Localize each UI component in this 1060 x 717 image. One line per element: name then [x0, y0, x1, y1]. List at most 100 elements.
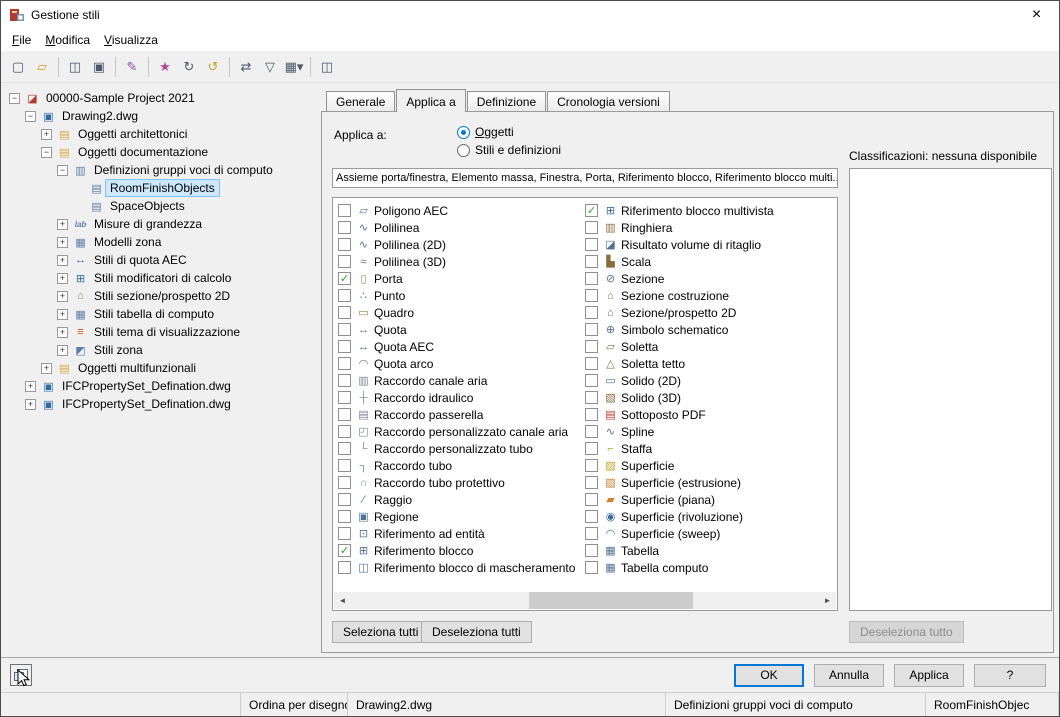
object-list-item[interactable]: ▥ Raccordo canale aria	[338, 372, 575, 389]
tab-definizione[interactable]: Definizione	[466, 91, 547, 111]
object-checkbox[interactable]	[585, 425, 598, 438]
object-list-item[interactable]: ∕ Raggio	[338, 491, 575, 508]
object-checkbox[interactable]	[338, 204, 351, 217]
object-checkbox[interactable]	[338, 391, 351, 404]
object-checkbox[interactable]	[338, 238, 351, 251]
object-list-item[interactable]: ✓ ▯ Porta	[338, 270, 575, 287]
object-checkbox[interactable]	[338, 561, 351, 574]
object-list-item[interactable]: ▧ Superficie (estrusione)	[585, 474, 774, 491]
scrollbar-track[interactable]	[351, 592, 819, 609]
tree-item[interactable]: + ▤ Oggetti multifunzionali	[5, 359, 319, 377]
object-checkbox[interactable]	[338, 323, 351, 336]
toolbar-button-new-drawing-icon[interactable]: ▢	[6, 55, 30, 79]
tree-expand-icon[interactable]: +	[25, 398, 36, 410]
tree-expand-icon[interactable]: +	[57, 326, 68, 338]
object-list-item[interactable]: ∿ Polilinea	[338, 219, 575, 236]
tree-item[interactable]: − ▥ Definizioni gruppi voci di computo	[5, 161, 319, 179]
object-list-item[interactable]: ↔ Quota AEC	[338, 338, 575, 355]
object-checkbox[interactable]	[585, 527, 598, 540]
object-checkbox[interactable]	[585, 561, 598, 574]
tree-item[interactable]: + ▤ Oggetti architettonici	[5, 125, 319, 143]
tree-expand-icon[interactable]: +	[57, 254, 68, 266]
object-checkbox[interactable]	[585, 476, 598, 489]
tree-expand-icon[interactable]: +	[25, 380, 36, 392]
object-list-item[interactable]: ▭ Solido (2D)	[585, 372, 774, 389]
object-checkbox[interactable]	[338, 442, 351, 455]
object-checkbox[interactable]	[338, 408, 351, 421]
object-list-item[interactable]: ◰ Raccordo personalizzato canale aria	[338, 423, 575, 440]
object-list-item[interactable]: ✓ ⊞ Riferimento blocco	[338, 542, 575, 559]
tree-item[interactable]: + ≡ Stili tema di visualizzazione	[5, 323, 319, 341]
tree-item[interactable]: + ⊞ Stili modificatori di calcolo	[5, 269, 319, 287]
object-list-item[interactable]: ▦ Tabella computo	[585, 559, 774, 576]
object-list-item[interactable]: ⌐ Staffa	[585, 440, 774, 457]
tab-generale[interactable]: Generale	[326, 91, 396, 111]
object-list-item[interactable]: ┐ Raccordo tubo	[338, 457, 575, 474]
object-checkbox[interactable]	[338, 306, 351, 319]
ok-button[interactable]: OK	[734, 663, 804, 687]
object-checkbox[interactable]	[338, 476, 351, 489]
tree-item[interactable]: + ▦ Modelli zona	[5, 233, 319, 251]
object-list-item[interactable]: ◠ Quota arco	[338, 355, 575, 372]
tree-expand-icon[interactable]: +	[57, 236, 68, 248]
object-list-item[interactable]: △ Soletta tetto	[585, 355, 774, 372]
object-checkbox[interactable]	[338, 255, 351, 268]
object-list-item[interactable]: ▰ Superficie (piana)	[585, 491, 774, 508]
object-list-item[interactable]: ◪ Risultato volume di ritaglio	[585, 236, 774, 253]
cancel-button[interactable]: Annulla	[814, 663, 884, 687]
object-list-item[interactable]: ▧ Solido (3D)	[585, 389, 774, 406]
object-checkbox[interactable]	[585, 323, 598, 336]
toolbar-button-paste-icon[interactable]: ▣	[87, 55, 111, 79]
object-checkbox[interactable]	[338, 374, 351, 387]
object-list-item[interactable]: ▱ Poligono AEC	[338, 202, 575, 219]
menu-item-modifica[interactable]: Modifica	[38, 30, 97, 50]
object-checkbox[interactable]	[585, 289, 598, 302]
object-list-item[interactable]: ◫ Riferimento blocco di mascheramento	[338, 559, 575, 576]
object-list-item[interactable]: ✓ ⊞ Riferimento blocco multivista	[585, 202, 774, 219]
tree-expand-icon[interactable]: +	[41, 128, 52, 140]
toolbar-button-edit-linework-icon[interactable]: ✎	[120, 55, 144, 79]
select-all-button[interactable]: Seleziona tutti	[332, 621, 430, 643]
object-checkbox[interactable]	[338, 425, 351, 438]
scrollbar-thumb[interactable]	[528, 592, 693, 609]
object-checkbox[interactable]	[338, 357, 351, 370]
toolbar-button-inline-edit-toggle-icon[interactable]: ◫	[315, 55, 339, 79]
tree-collapse-icon[interactable]: −	[41, 146, 52, 158]
object-checkbox[interactable]	[585, 408, 598, 421]
tree-expand-icon[interactable]: +	[41, 362, 52, 374]
horizontal-scrollbar[interactable]: ◄ ►	[334, 592, 836, 609]
tree-item[interactable]: + ▣ IFCPropertySet_Defination.dwg	[5, 377, 319, 395]
toolbar-button-toggle-overrides-icon[interactable]: ★	[153, 55, 177, 79]
object-checkbox[interactable]	[585, 459, 598, 472]
object-list-item[interactable]: ≈ Polilinea (3D)	[338, 253, 575, 270]
tab-applica-a[interactable]: Applica a	[396, 89, 466, 112]
object-checkbox[interactable]	[338, 459, 351, 472]
menu-item-file[interactable]: File	[5, 30, 38, 50]
object-checkbox[interactable]	[585, 238, 598, 251]
apply-button[interactable]: Applica	[894, 663, 964, 687]
object-list-item[interactable]: ⊕ Simbolo schematico	[585, 321, 774, 338]
object-list-item[interactable]: ▭ Quadro	[338, 304, 575, 321]
object-checkbox[interactable]	[585, 272, 598, 285]
object-list-item[interactable]: ◉ Superficie (rivoluzione)	[585, 508, 774, 525]
object-checkbox[interactable]	[338, 527, 351, 540]
object-checkbox[interactable]: ✓	[585, 204, 598, 217]
tree-item[interactable]: + lab Misure di grandezza	[5, 215, 319, 233]
scroll-left-icon[interactable]: ◄	[334, 592, 351, 609]
object-checkbox[interactable]	[585, 357, 598, 370]
toolbar-button-synchronize-icon[interactable]: ↻	[177, 55, 201, 79]
tree-item[interactable]: ▤ RoomFinishObjects	[5, 179, 319, 197]
object-list-item[interactable]: ▦ Tabella	[585, 542, 774, 559]
toolbar-button-copy-icon[interactable]: ◫	[63, 55, 87, 79]
tree-collapse-icon[interactable]: −	[9, 92, 20, 104]
object-checkbox[interactable]: ✓	[338, 272, 351, 285]
object-checkbox[interactable]	[338, 221, 351, 234]
object-list-item[interactable]: ∩ Raccordo tubo protettivo	[338, 474, 575, 491]
object-list-item[interactable]: ▤ Raccordo passerella	[338, 406, 575, 423]
toolbar-button-open-drawing-icon[interactable]: ▱	[30, 55, 54, 79]
object-checkbox[interactable]	[585, 493, 598, 506]
object-checkbox[interactable]	[585, 391, 598, 404]
tree-item[interactable]: − ◪ 00000-Sample Project 2021	[5, 89, 319, 107]
object-list-item[interactable]: ▥ Ringhiera	[585, 219, 774, 236]
tree-expand-icon[interactable]: +	[57, 290, 68, 302]
